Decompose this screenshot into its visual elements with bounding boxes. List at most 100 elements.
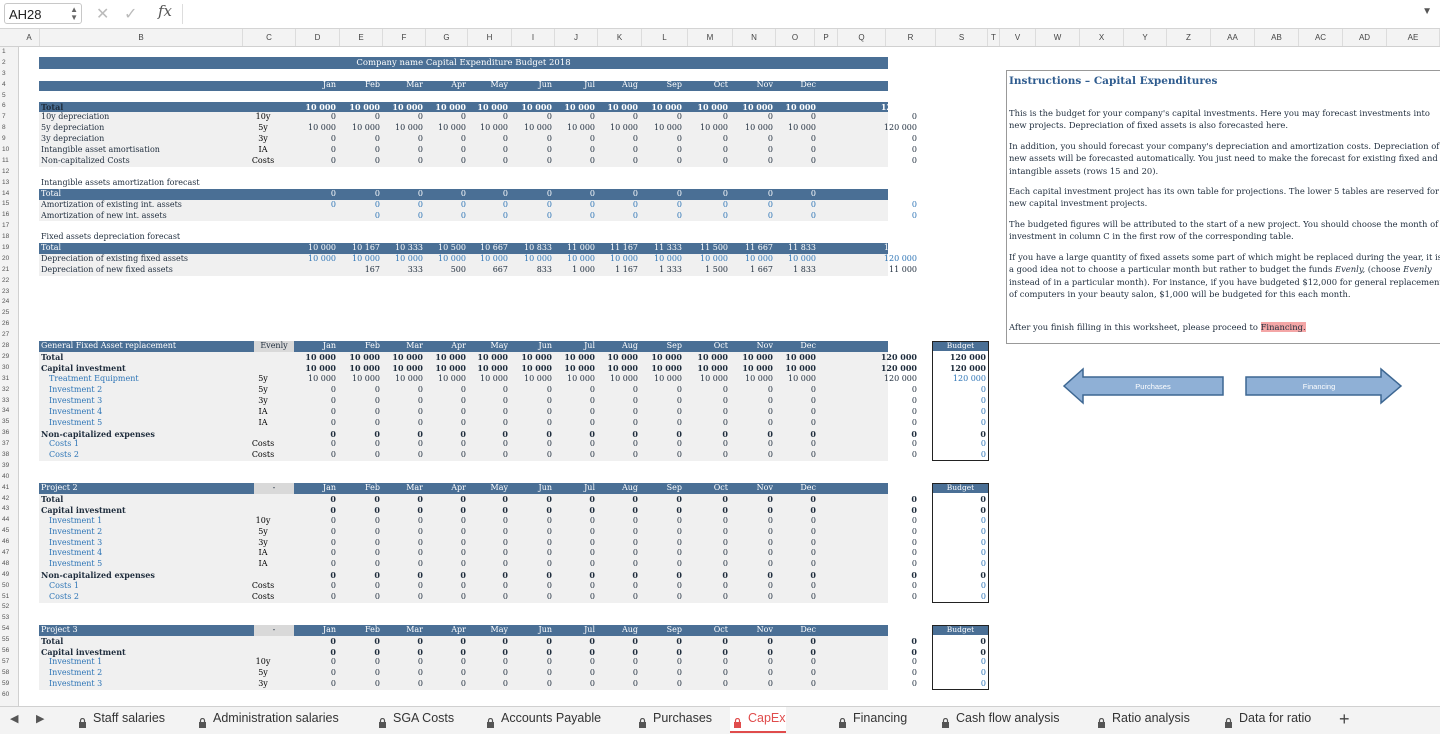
row-header[interactable]: 48 [0,559,18,570]
column-header-ab[interactable]: AB [1255,29,1299,46]
row-header[interactable]: 45 [0,526,18,537]
sheet-tab-accounts-payable[interactable]: Accounts Payable [483,707,601,731]
row-header[interactable]: 6 [0,101,18,112]
next-sheet-icon[interactable]: ▶ [36,712,44,725]
column-header-b[interactable]: B [40,29,243,46]
column-header-i[interactable]: I [512,29,555,46]
row-header[interactable]: 47 [0,548,18,559]
column-header-s[interactable]: S [936,29,988,46]
row-header[interactable]: 35 [0,417,18,428]
sheet-tab-ratio-analysis[interactable]: Ratio analysis [1094,707,1190,731]
column-header-w[interactable]: W [1036,29,1080,46]
row-header[interactable]: 57 [0,657,18,668]
column-header-j[interactable]: J [555,29,598,46]
row-header[interactable]: 12 [0,167,18,178]
row-header[interactable]: 43 [0,504,18,515]
column-header-c[interactable]: C [243,29,296,46]
sheet-tab-data-for-ratio[interactable]: Data for ratio [1221,707,1311,731]
sheet-tab-capex[interactable]: CapEx [730,707,786,733]
column-header-a[interactable]: A [19,29,40,46]
sheet-tab-purchases[interactable]: Purchases [635,707,712,731]
row-header[interactable]: 13 [0,178,18,189]
row-header[interactable]: 33 [0,396,18,407]
row-header[interactable]: 1 [0,47,18,58]
column-header-v[interactable]: V [1000,29,1036,46]
row-header[interactable]: 52 [0,602,18,613]
row-header[interactable]: 55 [0,635,18,646]
row-header[interactable]: 44 [0,515,18,526]
row-header[interactable]: 2 [0,58,18,69]
add-sheet-button[interactable]: + [1339,709,1350,730]
row-header[interactable]: 7 [0,112,18,123]
row-header[interactable]: 54 [0,624,18,635]
row-header[interactable]: 41 [0,483,18,494]
worksheet-grid[interactable]: Company name Capital Expenditure Budget … [19,47,1440,706]
row-header[interactable]: 10 [0,145,18,156]
row-header[interactable]: 38 [0,450,18,461]
name-box[interactable]: AH28 ▲ ▼ [4,3,82,24]
row-header[interactable]: 23 [0,287,18,298]
column-header-h[interactable]: H [468,29,512,46]
row-header[interactable]: 29 [0,352,18,363]
sheet-tab-sga-costs[interactable]: SGA Costs [375,707,454,731]
row-header[interactable]: 20 [0,254,18,265]
column-header-l[interactable]: L [642,29,688,46]
financing-link[interactable]: Financing. [1260,322,1306,332]
row-header[interactable]: 59 [0,679,18,690]
row-header[interactable]: 19 [0,243,18,254]
column-header-d[interactable]: D [296,29,340,46]
row-header[interactable]: 8 [0,123,18,134]
row-header[interactable]: 18 [0,232,18,243]
column-header-f[interactable]: F [383,29,426,46]
column-header-k[interactable]: K [598,29,642,46]
column-header-g[interactable]: G [426,29,468,46]
row-header[interactable]: 34 [0,406,18,417]
column-header-y[interactable]: Y [1124,29,1167,46]
row-header[interactable]: 21 [0,265,18,276]
column-header-p[interactable]: P [815,29,838,46]
row-header[interactable]: 30 [0,363,18,374]
column-header-n[interactable]: N [733,29,776,46]
row-header[interactable]: 5 [0,91,18,102]
sheet-tab-financing[interactable]: Financing [835,707,907,731]
row-header[interactable]: 14 [0,189,18,200]
row-header[interactable]: 16 [0,210,18,221]
row-header[interactable]: 39 [0,461,18,472]
column-header-e[interactable]: E [340,29,383,46]
row-header[interactable]: 11 [0,156,18,167]
row-header[interactable]: 40 [0,472,18,483]
column-header-t[interactable]: T [988,29,1000,46]
row-header[interactable]: 27 [0,330,18,341]
function-icon[interactable]: fx [158,2,172,20]
column-header-z[interactable]: Z [1167,29,1211,46]
row-header[interactable]: 25 [0,308,18,319]
row-header[interactable]: 3 [0,69,18,80]
row-header[interactable]: 37 [0,439,18,450]
row-header[interactable]: 49 [0,570,18,581]
financing-arrow-button[interactable]: Financing [1245,367,1403,405]
row-header[interactable]: 4 [0,80,18,91]
column-header-ad[interactable]: AD [1343,29,1387,46]
column-header-ac[interactable]: AC [1299,29,1343,46]
row-header[interactable]: 24 [0,297,18,308]
row-header[interactable]: 58 [0,668,18,679]
column-header-r[interactable]: R [886,29,936,46]
row-header[interactable]: 36 [0,428,18,439]
row-header[interactable]: 32 [0,385,18,396]
row-header[interactable]: 26 [0,319,18,330]
row-header[interactable]: 50 [0,581,18,592]
row-header[interactable]: 42 [0,494,18,505]
row-header[interactable]: 15 [0,199,18,210]
row-header[interactable]: 28 [0,341,18,352]
row-header[interactable]: 46 [0,537,18,548]
row-header[interactable]: 17 [0,221,18,232]
column-header-x[interactable]: X [1080,29,1124,46]
column-header-o[interactable]: O [776,29,815,46]
row-header[interactable]: 53 [0,613,18,624]
column-header-aa[interactable]: AA [1211,29,1255,46]
sheet-tab-administration-salaries[interactable]: Administration salaries [195,707,339,731]
row-header[interactable]: 9 [0,134,18,145]
column-header-q[interactable]: Q [838,29,886,46]
column-header-m[interactable]: M [688,29,733,46]
prev-sheet-icon[interactable]: ◀ [10,712,18,725]
